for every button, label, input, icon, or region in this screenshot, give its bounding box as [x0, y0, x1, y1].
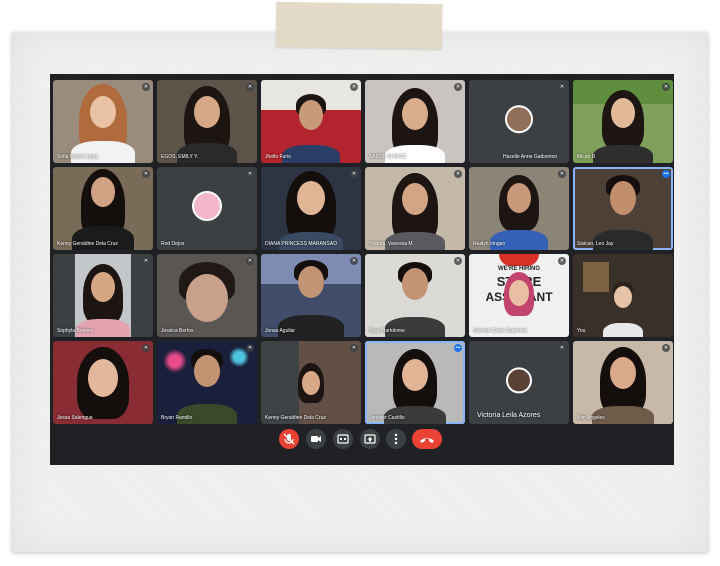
- mic-off-icon: ✕: [558, 170, 566, 178]
- captions-icon[interactable]: [333, 429, 353, 449]
- participant-name: Jhello Furio: [265, 154, 291, 160]
- mic-off-icon: ✕: [142, 83, 150, 91]
- participant-name: Jonas Aguilar: [265, 328, 296, 334]
- participant-tile[interactable]: ✕ Sofia Isabel Lopez: [53, 80, 153, 163]
- participant-tile[interactable]: ✕ Hazelle Anne Gatbonton: [469, 80, 569, 163]
- mic-off-icon: ✕: [558, 344, 566, 352]
- present-icon[interactable]: [360, 429, 380, 449]
- mic-off-icon: ✕: [246, 170, 254, 178]
- mic-off-icon: ✕: [454, 257, 462, 265]
- participant-name: Victoria Leila Azores: [477, 412, 541, 419]
- mic-off-icon: ✕: [662, 83, 670, 91]
- more-icon[interactable]: [386, 429, 406, 449]
- participant-tile[interactable]: ✕ Jessica Bertos: [157, 254, 257, 337]
- participant-tile[interactable]: ✕ Ryan Bartolome: [365, 254, 465, 337]
- participant-name: Rod Dejos: [161, 241, 185, 247]
- participant-name: Hannah Claire Gutierrez: [473, 328, 527, 334]
- participant-tile[interactable]: ✕ SAMSI, EUNICE: [365, 80, 465, 163]
- mic-off-icon: ✕: [246, 344, 254, 352]
- mic-off-icon: ✕: [558, 257, 566, 265]
- participant-tile[interactable]: ✕ Victoria Leila Azores: [469, 341, 569, 424]
- mic-off-icon: ✕: [350, 170, 358, 178]
- mic-off-icon: ✕: [142, 257, 150, 265]
- participant-tile[interactable]: ••• Jennifer Castillo: [365, 341, 465, 424]
- tape: [275, 1, 443, 50]
- mic-off-icon: ✕: [350, 344, 358, 352]
- participant-name: DIANA PRINCESS MARANSAO: [265, 241, 337, 247]
- participant-tile[interactable]: WE'RE HIRING STORE ASSISTANT ✕ Hannah Cl…: [469, 254, 569, 337]
- mic-off-icon: ✕: [246, 83, 254, 91]
- participant-name: Sophyla Briones: [57, 328, 94, 334]
- participant-tile[interactable]: ✕ Sophyla Briones: [53, 254, 153, 337]
- participant-name: Jessa Salengua: [57, 415, 93, 421]
- mic-off-icon: ✕: [558, 83, 566, 91]
- participant-tile[interactable]: ✕ Rod Dejos: [157, 167, 257, 250]
- participant-name: Kenny Geraldine Dela Cruz: [265, 415, 326, 421]
- mic-off-icon[interactable]: [279, 429, 299, 449]
- mic-off-icon: ✕: [454, 170, 462, 178]
- participant-name: SAMSI, EUNICE: [369, 154, 407, 160]
- participant-name: Hazelle Anne Gatbonton: [503, 154, 558, 160]
- speaking-icon: •••: [662, 170, 670, 178]
- speaking-icon: •••: [454, 344, 462, 352]
- mic-off-icon: ✕: [142, 344, 150, 352]
- participant-name: Sisican, Leo Jay: [577, 241, 614, 247]
- participant-name: Jessica Bertos: [161, 328, 194, 334]
- participant-tile[interactable]: ✕ Realyn Iringan: [469, 167, 569, 250]
- participant-tile[interactable]: ✕ Kenny Geraldine Dela Cruz: [53, 167, 153, 250]
- participant-tile[interactable]: ✕ Bryan Ramillo: [157, 341, 257, 424]
- participant-name: Micah R: [577, 154, 596, 160]
- mic-off-icon: ✕: [662, 344, 670, 352]
- mic-off-icon: ✕: [246, 257, 254, 265]
- participant-name: Ryan Bartolome: [369, 328, 405, 334]
- participant-name: EGOS, EMILY Y.: [161, 154, 199, 160]
- mic-off-icon: ✕: [350, 83, 358, 91]
- participant-tile[interactable]: ✕ Micah R: [573, 80, 673, 163]
- participant-name: Sofia Isabel Lopez: [57, 154, 99, 160]
- participant-name: Realyn Iringan: [473, 241, 506, 247]
- participant-tile[interactable]: ✕ EGOS, EMILY Y.: [157, 80, 257, 163]
- participant-name: You: [577, 328, 586, 334]
- end-call-icon[interactable]: [412, 429, 442, 449]
- participant-name: Hebres, Vanessa M.: [369, 241, 414, 247]
- participant-name: Bryan Ramillo: [161, 415, 193, 421]
- participant-tile[interactable]: ✕ Kim Angeles: [573, 341, 673, 424]
- participant-name: Kenny Geraldine Dela Cruz: [57, 241, 118, 247]
- participant-tile[interactable]: ✕ Jessa Salengua: [53, 341, 153, 424]
- participant-name: Jennifer Castillo: [369, 415, 405, 421]
- camera-icon[interactable]: [306, 429, 326, 449]
- participant-name: Kim Angeles: [577, 415, 605, 421]
- participant-tile[interactable]: ••• Sisican, Leo Jay: [573, 167, 673, 250]
- mic-off-icon: ✕: [454, 83, 462, 91]
- participant-grid: ✕ Sofia Isabel Lopez ✕ EGOS, EMILY Y. ✕ …: [53, 80, 673, 424]
- mic-off-icon: ✕: [142, 170, 150, 178]
- participant-tile[interactable]: ✕ Jonas Aguilar: [261, 254, 361, 337]
- participant-tile[interactable]: ✕ Jhello Furio: [261, 80, 361, 163]
- participant-tile[interactable]: ✕ Kenny Geraldine Dela Cruz: [261, 341, 361, 424]
- call-controls-bar: [50, 426, 674, 454]
- participant-tile[interactable]: ✕ DIANA PRINCESS MARANSAO: [261, 167, 361, 250]
- participant-tile[interactable]: You: [573, 254, 673, 337]
- mic-off-icon: ✕: [350, 257, 358, 265]
- participant-tile[interactable]: ✕ Hebres, Vanessa M.: [365, 167, 465, 250]
